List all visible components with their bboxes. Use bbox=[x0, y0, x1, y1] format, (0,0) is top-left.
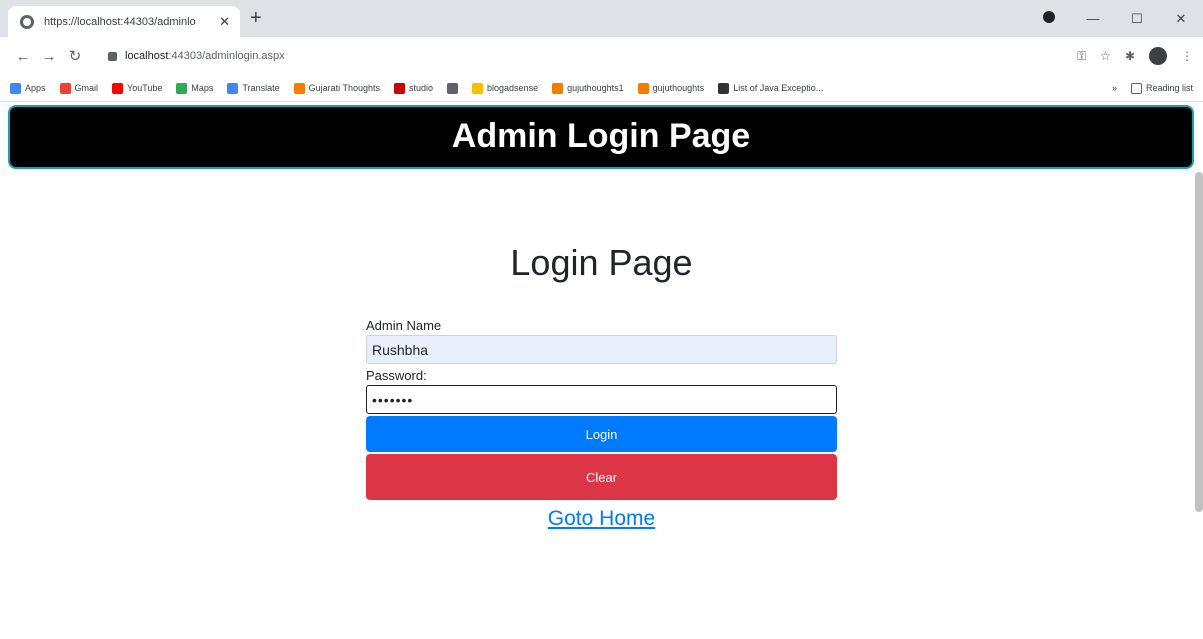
minimize-button[interactable]: — bbox=[1071, 11, 1115, 26]
bookmarks-bar: Apps Gmail YouTube Maps Translate Gujarati Th… bbox=[0, 75, 1203, 102]
bookmark-favicon-icon bbox=[59, 82, 71, 94]
reload-icon[interactable]: ↻ bbox=[62, 47, 88, 65]
forward-arrow-icon[interactable]: → bbox=[36, 48, 62, 65]
toolbar-right-icons: ⚿ ☆ ✱ ⋮ bbox=[1077, 47, 1193, 65]
page-title: Login Page bbox=[510, 242, 693, 283]
admin-name-input[interactable] bbox=[366, 335, 837, 364]
bookmark-favicon-icon bbox=[176, 82, 188, 94]
tab-title: https://localhost:44303/adminlo bbox=[44, 15, 196, 28]
bookmark-item[interactable]: Translate bbox=[227, 82, 280, 94]
bookmark-label: gujuthoughts1 bbox=[567, 83, 624, 93]
bookmark-item[interactable]: Gujarati Thoughts bbox=[293, 82, 380, 94]
url-text[interactable]: localhost:44303/adminlogin.aspx bbox=[125, 50, 285, 62]
bookmark-label: Apps bbox=[25, 83, 46, 93]
bookmark-item[interactable]: gujuthoughts1 bbox=[552, 82, 624, 94]
bookmark-label: Translate bbox=[242, 83, 280, 93]
globe-icon bbox=[20, 14, 34, 29]
lock-icon[interactable] bbox=[108, 51, 117, 61]
page-content: Admin Login Page Login Page Admin Name P… bbox=[0, 102, 1203, 639]
reading-list-icon bbox=[1130, 82, 1142, 94]
bookmark-favicon-icon bbox=[472, 82, 484, 94]
login-form: Admin Name Password: Login Clear bbox=[366, 317, 837, 500]
bookmark-label: Maps bbox=[191, 83, 214, 93]
password-input[interactable] bbox=[366, 385, 837, 414]
bookmark-label: List of Java Exceptio... bbox=[733, 83, 824, 93]
browser-chrome: https://localhost:44303/adminlo ✕ + — ☐ … bbox=[0, 0, 1203, 102]
password-label: Password: bbox=[366, 368, 427, 383]
bookmark-favicon-icon bbox=[293, 82, 305, 94]
reading-list-label: Reading list bbox=[1145, 83, 1193, 93]
goto-home-link[interactable]: Goto Home bbox=[548, 507, 655, 530]
bookmark-label: blogadsense bbox=[487, 83, 539, 93]
bookmark-item[interactable] bbox=[447, 82, 459, 94]
key-icon[interactable]: ⚿ bbox=[1077, 49, 1086, 64]
bookmark-item[interactable]: Apps bbox=[10, 82, 46, 94]
tab-close-icon[interactable]: ✕ bbox=[219, 14, 230, 30]
vertical-scrollbar[interactable] bbox=[1195, 172, 1203, 512]
browser-tab[interactable]: https://localhost:44303/adminlo ✕ bbox=[8, 6, 240, 37]
star-icon[interactable]: ☆ bbox=[1100, 49, 1111, 63]
bookmark-favicon-icon bbox=[10, 82, 21, 94]
bookmark-item[interactable]: List of Java Exceptio... bbox=[718, 82, 824, 94]
bookmark-favicon-icon bbox=[112, 82, 124, 94]
bookmark-label: Gujarati Thoughts bbox=[308, 83, 380, 93]
close-window-button[interactable]: ✕ bbox=[1159, 11, 1203, 27]
bookmark-label: YouTube bbox=[127, 83, 163, 93]
bookmark-label: gujuthoughts bbox=[652, 83, 705, 93]
bookmark-item[interactable]: Gmail bbox=[59, 82, 99, 94]
home-link-wrapper: Goto Home bbox=[0, 507, 1203, 531]
reading-list-button[interactable]: Reading list bbox=[1130, 82, 1193, 94]
page-banner: Admin Login Page bbox=[8, 105, 1194, 169]
maximize-button[interactable]: ☐ bbox=[1115, 11, 1159, 27]
bookmark-favicon-icon bbox=[552, 82, 564, 94]
back-arrow-icon[interactable]: ← bbox=[10, 48, 36, 65]
new-tab-button[interactable]: + bbox=[250, 8, 262, 28]
profile-avatar[interactable] bbox=[1149, 47, 1167, 65]
bookmark-item[interactable]: YouTube bbox=[112, 82, 163, 94]
tab-bar: https://localhost:44303/adminlo ✕ + — ☐ … bbox=[0, 0, 1203, 37]
bookmark-item[interactable]: studio bbox=[394, 82, 434, 94]
clear-button[interactable]: Clear bbox=[366, 454, 837, 500]
bookmark-favicon-icon bbox=[718, 82, 730, 94]
window-controls: — ☐ ✕ bbox=[1027, 0, 1203, 37]
bookmark-item[interactable]: blogadsense bbox=[472, 82, 539, 94]
address-bar[interactable]: localhost:44303/adminlogin.aspx bbox=[98, 42, 1068, 70]
extension-icon[interactable] bbox=[1027, 11, 1071, 26]
bookmarks-more-icon[interactable]: » bbox=[1112, 83, 1117, 93]
extensions-puzzle-icon[interactable]: ✱ bbox=[1125, 49, 1135, 63]
admin-name-label: Admin Name bbox=[366, 318, 442, 333]
bookmark-favicon-icon bbox=[227, 82, 239, 94]
bookmark-label: Gmail bbox=[74, 83, 99, 93]
menu-kebab-icon[interactable]: ⋮ bbox=[1181, 49, 1193, 63]
browser-toolbar: ← → ↻ localhost:44303/adminlogin.aspx ⚿ … bbox=[0, 37, 1203, 75]
bookmark-item[interactable]: gujuthoughts bbox=[637, 82, 705, 94]
bookmark-favicon-icon bbox=[447, 82, 459, 94]
bookmark-label: studio bbox=[409, 83, 434, 93]
bookmark-favicon-icon bbox=[394, 82, 405, 94]
login-button[interactable]: Login bbox=[366, 416, 837, 452]
bookmark-favicon-icon bbox=[637, 82, 649, 94]
bookmark-item[interactable]: Maps bbox=[176, 82, 214, 94]
